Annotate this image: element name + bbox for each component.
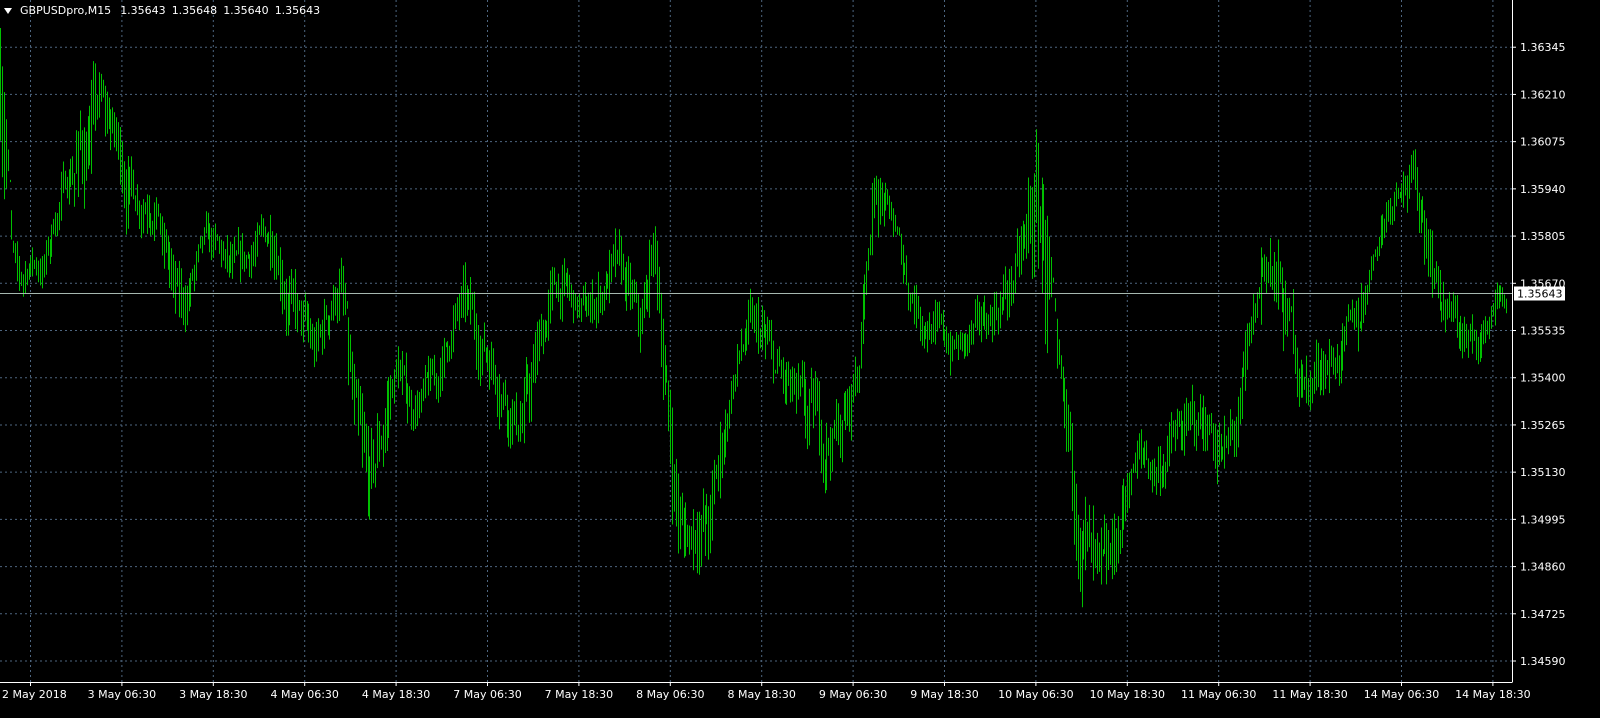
y-tick-label-12: 1.36210 xyxy=(1520,88,1566,101)
y-tick-label-0: 1.34590 xyxy=(1520,655,1566,668)
x-tick-label-2: 3 May 18:30 xyxy=(179,688,247,701)
y-tick-label-1: 1.34725 xyxy=(1520,608,1566,621)
y-tick-label-4: 1.35130 xyxy=(1520,466,1566,479)
symbol-timeframe: GBPUSDpro,M15 xyxy=(20,4,112,17)
x-tick-label-16: 14 May 18:30 xyxy=(1455,688,1530,701)
time-axis[interactable]: 2 May 2018 3 May 06:30 3 May 18:30 4 May 06… xyxy=(2,682,1531,701)
x-tick-label-9: 9 May 06:30 xyxy=(819,688,887,701)
x-tick-label-14: 11 May 18:30 xyxy=(1272,688,1347,701)
x-tick-label-4: 4 May 18:30 xyxy=(362,688,430,701)
x-tick-label-6: 7 May 18:30 xyxy=(545,688,613,701)
open-price: 1.35643 xyxy=(120,4,166,17)
x-tick-label-10: 9 May 18:30 xyxy=(910,688,978,701)
x-tick-label-12: 10 May 18:30 xyxy=(1090,688,1165,701)
x-tick-label-1: 3 May 06:30 xyxy=(88,688,156,701)
triangle-down-icon[interactable] xyxy=(4,7,12,14)
low-price: 1.35640 xyxy=(223,4,269,17)
y-tick-label-13: 1.36345 xyxy=(1520,41,1566,54)
y-tick-label-6: 1.35400 xyxy=(1520,372,1566,385)
y-tick-label-8: 1.35670 xyxy=(1520,277,1566,290)
close-price: 1.35643 xyxy=(274,4,321,17)
current-price-line: 1.35643 xyxy=(0,286,1565,301)
x-tick-label-0: 2 May 2018 xyxy=(2,688,67,701)
ohlc-bar-series xyxy=(0,28,1507,608)
x-tick-label-8: 8 May 18:30 xyxy=(727,688,795,701)
chart-window[interactable]: 1.35643 1.34590 1.34725 1.34860 1.34995 1.35… xyxy=(0,0,1600,718)
y-tick-label-10: 1.35940 xyxy=(1520,183,1566,196)
x-tick-label-7: 8 May 06:30 xyxy=(636,688,704,701)
high-price: 1.35648 xyxy=(171,4,218,17)
x-tick-label-11: 10 May 06:30 xyxy=(998,688,1073,701)
price-bars xyxy=(0,28,1507,608)
chart-header: GBPUSDpro,M15 1.35643 1.35648 1.35640 1.… xyxy=(4,4,324,17)
y-tick-label-11: 1.36075 xyxy=(1520,136,1566,149)
y-tick-label-3: 1.34995 xyxy=(1520,513,1566,526)
y-tick-label-7: 1.35535 xyxy=(1520,325,1566,338)
price-chart[interactable]: 1.35643 1.34590 1.34725 1.34860 1.34995 1.35… xyxy=(0,0,1600,718)
y-tick-label-2: 1.34860 xyxy=(1520,561,1566,574)
x-tick-label-13: 11 May 06:30 xyxy=(1181,688,1256,701)
x-tick-label-3: 4 May 06:30 xyxy=(270,688,338,701)
x-tick-label-5: 7 May 06:30 xyxy=(453,688,521,701)
price-axis[interactable]: 1.34590 1.34725 1.34860 1.34995 1.35130 1.352… xyxy=(1512,41,1566,668)
y-tick-label-9: 1.35805 xyxy=(1520,230,1566,243)
x-tick-label-15: 14 May 06:30 xyxy=(1364,688,1439,701)
y-tick-label-5: 1.35265 xyxy=(1520,419,1566,432)
